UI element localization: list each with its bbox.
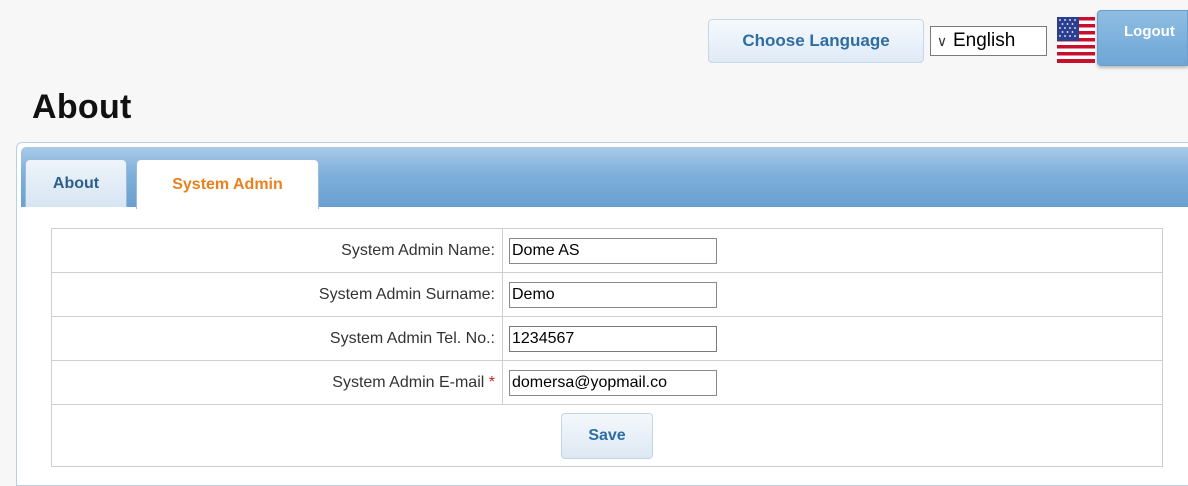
admin-email-label: System Admin E-mail: [332, 373, 485, 391]
tab-system-admin[interactable]: System Admin: [136, 159, 319, 209]
chevron-down-icon: ∨: [936, 32, 948, 49]
admin-email-input[interactable]: [509, 369, 717, 396]
admin-surname-input[interactable]: [509, 281, 717, 308]
tab-strip: About System Admin: [21, 147, 1188, 209]
tabs-panel: About System Admin System Admin Name: Sy…: [16, 142, 1188, 486]
form-row-email: System Admin E-mail *: [51, 360, 1163, 405]
tab-about[interactable]: About: [25, 159, 127, 207]
form-row-name: System Admin Name:: [51, 228, 1163, 273]
form-row-surname: System Admin Surname:: [51, 272, 1163, 317]
admin-tel-input[interactable]: [509, 325, 717, 352]
choose-language-button[interactable]: Choose Language: [708, 19, 924, 63]
form-footer-row: Save: [51, 404, 1163, 467]
system-admin-form: System Admin Name: System Admin Surname:…: [51, 228, 1163, 467]
admin-name-label: System Admin Name:: [51, 228, 503, 273]
page-title: About: [32, 88, 132, 126]
language-select[interactable]: ∨ English: [930, 26, 1047, 56]
form-row-tel: System Admin Tel. No.:: [51, 316, 1163, 361]
admin-tel-label: System Admin Tel. No.:: [51, 316, 503, 361]
us-flag-icon[interactable]: [1057, 17, 1095, 63]
save-button[interactable]: Save: [561, 412, 653, 459]
logout-button[interactable]: Logout: [1097, 10, 1188, 66]
required-mark: *: [488, 373, 495, 391]
language-selected-value: English: [953, 30, 1016, 51]
admin-name-input[interactable]: [509, 237, 717, 264]
admin-surname-label: System Admin Surname:: [51, 272, 503, 317]
